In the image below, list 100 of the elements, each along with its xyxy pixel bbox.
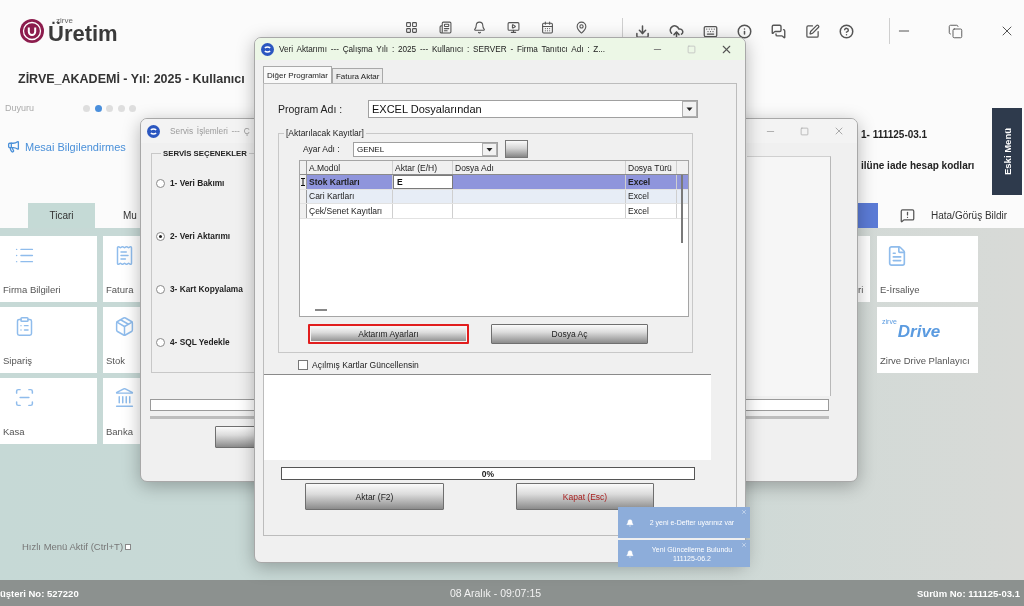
tile-label: Firma Bilgileri xyxy=(3,284,61,295)
bell-icon xyxy=(626,549,634,558)
tile-label: Sipariş xyxy=(3,355,33,366)
tile-label: Zirve Drive Planlayıcı xyxy=(880,355,970,366)
help-icon[interactable] xyxy=(838,23,854,39)
vertical-scrollbar[interactable] xyxy=(681,175,683,243)
bank-icon xyxy=(114,387,135,408)
button[interactable]: Kapat (Esc) xyxy=(516,483,654,510)
calendar-icon[interactable] xyxy=(540,21,554,34)
column-header: A.Modül xyxy=(307,161,393,174)
radio-option[interactable]: 3- Kart Kopyalama xyxy=(156,283,243,295)
table-cell: Excel xyxy=(626,175,677,189)
side-tab[interactable]: Eski Menü xyxy=(992,108,1022,195)
download-icon[interactable] xyxy=(634,23,650,39)
button[interactable]: Dosya Aç xyxy=(491,324,648,344)
announcement-label: Duyuru xyxy=(5,103,34,113)
status-text: üşteri No: 527220 xyxy=(0,587,80,599)
group-title: [Aktarılacak Kayıtlar] xyxy=(285,128,365,138)
carousel-dot[interactable] xyxy=(106,104,113,112)
feedback-link[interactable]: Hata/Görüş Bildir xyxy=(931,210,1008,221)
checkbox[interactable] xyxy=(125,543,132,550)
tile-label: ri xyxy=(858,284,864,295)
tile-label: Kasa xyxy=(3,426,25,437)
table-cell: Excel xyxy=(626,189,677,203)
carousel-dot[interactable] xyxy=(83,104,90,112)
tile-label: Stok xyxy=(106,355,125,366)
tile-label: Fatura xyxy=(106,284,134,295)
setting-select[interactable]: GENEL xyxy=(353,141,498,157)
table-row[interactable]: Çek/Senet Kayıtları Excel xyxy=(300,204,688,219)
window-title: Veri Aktarımı --- Çalışma Yılı : 2025 --- Kullanıcı : SERVER - Firma Tanıtıcı Adı : Z... xyxy=(279,44,606,54)
radio-option[interactable]: 4- SQL Yedekle xyxy=(156,336,230,348)
radio-icon[interactable] xyxy=(156,178,165,188)
tile-label: E-İrsaliye xyxy=(880,284,920,295)
tab[interactable]: Diğer Programlar xyxy=(263,66,332,83)
info-text: ilüne iade hesap kodları xyxy=(861,160,975,172)
progress-text: 0% xyxy=(481,468,495,479)
company-title: ZİRVE_AKADEMİ - Yıl: 2025 - Kullanıcı xyxy=(18,72,245,86)
menu-tile[interactable]: ri xyxy=(858,236,870,302)
receipt-icon xyxy=(114,245,135,266)
app-icon xyxy=(147,124,160,138)
edit-icon[interactable] xyxy=(804,23,820,39)
tab[interactable]: Ticari xyxy=(28,203,95,228)
table-cell: Çek/Senet Kayıtları xyxy=(307,204,393,218)
button[interactable]: Aktarım Ayarları xyxy=(308,324,469,344)
field-label: Ayar Adı : xyxy=(303,144,341,154)
button[interactable]: Aktar (F2) xyxy=(305,483,444,510)
column-header: Dosya Türü xyxy=(626,161,677,174)
menu-tile[interactable]: Kasa xyxy=(0,378,97,444)
version-text: 1- 111125-03.1 xyxy=(861,129,928,141)
radio-option[interactable]: 2- Veri Aktarımı xyxy=(156,230,231,242)
grid-icon[interactable] xyxy=(404,21,418,34)
radio-icon[interactable] xyxy=(156,284,165,294)
status-datetime: 08 Aralık - 09:07:15 xyxy=(450,587,542,599)
tab[interactable]: Mu xyxy=(110,203,140,228)
checkbox[interactable] xyxy=(298,360,308,370)
program-select[interactable]: EXCEL Dosyalarından xyxy=(368,100,698,118)
info-icon[interactable] xyxy=(736,23,752,39)
tab[interactable]: Fatura Aktar xyxy=(331,68,384,83)
small-button[interactable] xyxy=(505,140,528,158)
brand-tagline: zirve xyxy=(56,17,73,25)
logo-icon xyxy=(20,19,44,43)
carousel-dot[interactable] xyxy=(129,104,136,112)
table-cell: Cari Kartları xyxy=(307,189,393,203)
column-header: Aktar (E/H) xyxy=(393,161,453,174)
app-icon xyxy=(261,42,274,56)
chat-icon[interactable] xyxy=(770,23,786,39)
carousel-dot[interactable] xyxy=(117,104,125,112)
column-header: Dosya Adı xyxy=(453,161,626,174)
table-cell: Excel xyxy=(626,204,677,218)
field-label: Program Adı : xyxy=(278,103,344,115)
map-pin-icon[interactable] xyxy=(574,21,588,34)
scan-icon xyxy=(14,387,35,408)
radio-option[interactable]: 1- Veri Bakımı xyxy=(156,177,225,189)
feedback-icon xyxy=(900,208,915,223)
bell-icon[interactable] xyxy=(472,21,486,34)
horizontal-scrollbar[interactable] xyxy=(315,309,327,311)
status-text: Sürüm No: 111125-03.1 xyxy=(917,587,1020,599)
clipboard-icon xyxy=(14,316,35,337)
table-row[interactable]: Stok Kartları E Excel xyxy=(300,175,688,190)
megaphone-icon xyxy=(7,140,20,153)
checkbox-option[interactable]: Açılmış Kartlar Güncellensin xyxy=(298,360,419,370)
menu-tile[interactable]: Firma Bilgileri xyxy=(0,236,97,302)
menu-tile[interactable]: E-İrsaliye xyxy=(877,236,978,302)
menu-tile[interactable]: Sipariş xyxy=(0,307,97,373)
tile-label: Banka xyxy=(106,426,133,437)
logo-name: Drive xyxy=(897,323,941,340)
cell-editor[interactable]: E xyxy=(393,175,453,189)
box-icon xyxy=(114,316,135,337)
window-title: Servis İşlemleri --- Ç xyxy=(170,126,250,136)
restore-icon[interactable] xyxy=(947,23,963,39)
keyboard-icon[interactable] xyxy=(702,23,718,39)
brand-name: Üretim xyxy=(48,23,118,45)
carousel-dot[interactable] xyxy=(94,104,102,112)
cloud-upload-icon[interactable] xyxy=(668,23,684,39)
radio-icon[interactable] xyxy=(156,231,165,241)
newspaper-icon[interactable] xyxy=(438,21,452,34)
monitor-icon[interactable] xyxy=(506,21,520,34)
row-pointer-icon xyxy=(301,177,305,186)
radio-icon[interactable] xyxy=(156,337,165,347)
document-icon xyxy=(886,245,908,267)
